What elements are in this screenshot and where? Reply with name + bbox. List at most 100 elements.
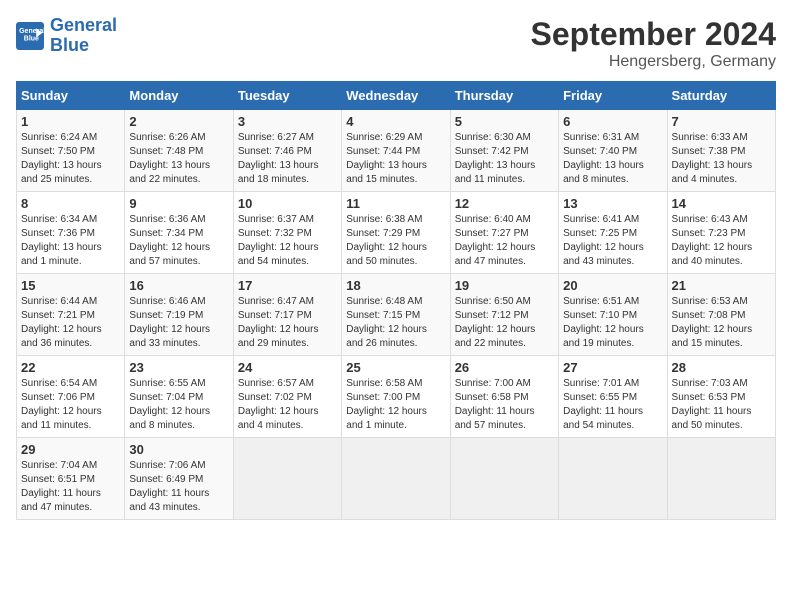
day-number: 19: [455, 278, 554, 293]
title-area: September 2024 Hengersberg, Germany: [531, 16, 776, 71]
table-row: 28 Sunrise: 7:03 AM Sunset: 6:53 PM Dayli…: [667, 356, 775, 438]
day-info: Sunrise: 6:51 AM Sunset: 7:10 PM Dayligh…: [563, 295, 662, 351]
table-row: 1Sunrise: 6:24 AM Sunset: 7:50 PM Daylig…: [17, 110, 125, 192]
logo-icon: General Blue: [16, 22, 44, 50]
table-row: 22Sunrise: 6:54 AM Sunset: 7:06 PM Dayli…: [17, 356, 125, 438]
calendar-week-4: 22Sunrise: 6:54 AM Sunset: 7:06 PM Dayli…: [17, 356, 776, 438]
day-info: Sunrise: 6:43 AM Sunset: 7:23 PM Dayligh…: [672, 213, 771, 269]
table-row: 11 Sunrise: 6:38 AM Sunset: 7:29 PM Dayli…: [342, 192, 450, 274]
day-number: 6: [563, 114, 662, 129]
day-info: Sunrise: 6:58 AM Sunset: 7:00 PM Dayligh…: [346, 377, 445, 433]
table-row: 18Sunrise: 6:48 AM Sunset: 7:15 PM Dayli…: [342, 274, 450, 356]
day-number: 29: [21, 442, 120, 457]
day-number: 26: [455, 360, 554, 375]
day-number: 10: [238, 196, 337, 211]
table-row: 20 Sunrise: 6:51 AM Sunset: 7:10 PM Dayli…: [559, 274, 667, 356]
day-info: Sunrise: 7:03 AM Sunset: 6:53 PM Dayligh…: [672, 377, 771, 433]
table-row: 23Sunrise: 6:55 AM Sunset: 7:04 PM Dayli…: [125, 356, 233, 438]
day-info: Sunrise: 6:29 AM Sunset: 7:44 PM Dayligh…: [346, 131, 445, 187]
day-number: 9: [129, 196, 228, 211]
table-row: 12 Sunrise: 6:40 AM Sunset: 7:27 PM Dayli…: [450, 192, 558, 274]
col-saturday: Saturday: [667, 82, 775, 110]
day-number: 17: [238, 278, 337, 293]
day-number: 30: [129, 442, 228, 457]
table-row: 21 Sunrise: 6:53 AM Sunset: 7:08 PM Dayli…: [667, 274, 775, 356]
day-info: Sunrise: 6:27 AM Sunset: 7:46 PM Dayligh…: [238, 131, 337, 187]
calendar-week-2: 8 Sunrise: 6:34 AM Sunset: 7:36 PM Daylig…: [17, 192, 776, 274]
table-row: 2 Sunrise: 6:26 AM Sunset: 7:48 PM Daylig…: [125, 110, 233, 192]
day-number: 16: [129, 278, 228, 293]
location-title: Hengersberg, Germany: [531, 53, 776, 71]
page-header: General Blue General Blue September 2024…: [16, 16, 776, 71]
day-number: 20: [563, 278, 662, 293]
col-wednesday: Wednesday: [342, 82, 450, 110]
table-row: [667, 438, 775, 520]
table-row: 7Sunrise: 6:33 AM Sunset: 7:38 PM Daylig…: [667, 110, 775, 192]
day-number: 24: [238, 360, 337, 375]
day-info: Sunrise: 6:33 AM Sunset: 7:38 PM Dayligh…: [672, 131, 771, 187]
day-number: 2: [129, 114, 228, 129]
table-row: [233, 438, 341, 520]
calendar-week-1: 1Sunrise: 6:24 AM Sunset: 7:50 PM Daylig…: [17, 110, 776, 192]
table-row: 4 Sunrise: 6:29 AM Sunset: 7:44 PM Daylig…: [342, 110, 450, 192]
day-number: 25: [346, 360, 445, 375]
day-info: Sunrise: 6:41 AM Sunset: 7:25 PM Dayligh…: [563, 213, 662, 269]
day-info: Sunrise: 6:40 AM Sunset: 7:27 PM Dayligh…: [455, 213, 554, 269]
logo-name: General Blue: [50, 16, 117, 56]
day-number: 18: [346, 278, 445, 293]
day-info: Sunrise: 7:01 AM Sunset: 6:55 PM Dayligh…: [563, 377, 662, 433]
table-row: 3 Sunrise: 6:27 AM Sunset: 7:46 PM Daylig…: [233, 110, 341, 192]
logo-line1: General: [50, 15, 117, 35]
day-number: 3: [238, 114, 337, 129]
weekday-row: Sunday Monday Tuesday Wednesday Thursday…: [17, 82, 776, 110]
day-info: Sunrise: 6:30 AM Sunset: 7:42 PM Dayligh…: [455, 131, 554, 187]
table-row: 27 Sunrise: 7:01 AM Sunset: 6:55 PM Dayli…: [559, 356, 667, 438]
logo-line2: Blue: [50, 35, 89, 55]
day-info: Sunrise: 6:36 AM Sunset: 7:34 PM Dayligh…: [129, 213, 228, 269]
day-info: Sunrise: 6:50 AM Sunset: 7:12 PM Dayligh…: [455, 295, 554, 351]
table-row: 9 Sunrise: 6:36 AM Sunset: 7:34 PM Daylig…: [125, 192, 233, 274]
day-number: 12: [455, 196, 554, 211]
table-row: 16 Sunrise: 6:46 AM Sunset: 7:19 PM Dayli…: [125, 274, 233, 356]
day-info: Sunrise: 6:31 AM Sunset: 7:40 PM Dayligh…: [563, 131, 662, 187]
day-number: 8: [21, 196, 120, 211]
table-row: 10 Sunrise: 6:37 AM Sunset: 7:32 PM Dayli…: [233, 192, 341, 274]
calendar-body: 1Sunrise: 6:24 AM Sunset: 7:50 PM Daylig…: [17, 110, 776, 520]
day-number: 13: [563, 196, 662, 211]
day-number: 15: [21, 278, 120, 293]
day-info: Sunrise: 7:04 AM Sunset: 6:51 PM Dayligh…: [21, 459, 120, 515]
day-number: 5: [455, 114, 554, 129]
day-number: 28: [672, 360, 771, 375]
logo: General Blue General Blue: [16, 16, 117, 56]
day-info: Sunrise: 6:26 AM Sunset: 7:48 PM Dayligh…: [129, 131, 228, 187]
day-number: 4: [346, 114, 445, 129]
table-row: [342, 438, 450, 520]
day-info: Sunrise: 6:47 AM Sunset: 7:17 PM Dayligh…: [238, 295, 337, 351]
day-number: 27: [563, 360, 662, 375]
table-row: 5 Sunrise: 6:30 AM Sunset: 7:42 PM Daylig…: [450, 110, 558, 192]
day-number: 11: [346, 196, 445, 211]
day-info: Sunrise: 6:53 AM Sunset: 7:08 PM Dayligh…: [672, 295, 771, 351]
col-thursday: Thursday: [450, 82, 558, 110]
day-info: Sunrise: 6:38 AM Sunset: 7:29 PM Dayligh…: [346, 213, 445, 269]
calendar-header: Sunday Monday Tuesday Wednesday Thursday…: [17, 82, 776, 110]
table-row: 24 Sunrise: 6:57 AM Sunset: 7:02 PM Dayli…: [233, 356, 341, 438]
day-info: Sunrise: 6:24 AM Sunset: 7:50 PM Dayligh…: [21, 131, 120, 187]
table-row: 14 Sunrise: 6:43 AM Sunset: 7:23 PM Dayli…: [667, 192, 775, 274]
day-number: 21: [672, 278, 771, 293]
day-number: 22: [21, 360, 120, 375]
table-row: 8 Sunrise: 6:34 AM Sunset: 7:36 PM Daylig…: [17, 192, 125, 274]
table-row: 25 Sunrise: 6:58 AM Sunset: 7:00 PM Dayli…: [342, 356, 450, 438]
day-info: Sunrise: 7:00 AM Sunset: 6:58 PM Dayligh…: [455, 377, 554, 433]
day-info: Sunrise: 6:46 AM Sunset: 7:19 PM Dayligh…: [129, 295, 228, 351]
day-info: Sunrise: 6:57 AM Sunset: 7:02 PM Dayligh…: [238, 377, 337, 433]
day-info: Sunrise: 7:06 AM Sunset: 6:49 PM Dayligh…: [129, 459, 228, 515]
calendar-week-3: 15 Sunrise: 6:44 AM Sunset: 7:21 PM Dayli…: [17, 274, 776, 356]
calendar-week-5: 29 Sunrise: 7:04 AM Sunset: 6:51 PM Dayli…: [17, 438, 776, 520]
day-info: Sunrise: 6:34 AM Sunset: 7:36 PM Dayligh…: [21, 213, 120, 269]
day-info: Sunrise: 6:37 AM Sunset: 7:32 PM Dayligh…: [238, 213, 337, 269]
col-friday: Friday: [559, 82, 667, 110]
table-row: 13 Sunrise: 6:41 AM Sunset: 7:25 PM Dayli…: [559, 192, 667, 274]
day-number: 14: [672, 196, 771, 211]
day-info: Sunrise: 6:44 AM Sunset: 7:21 PM Dayligh…: [21, 295, 120, 351]
